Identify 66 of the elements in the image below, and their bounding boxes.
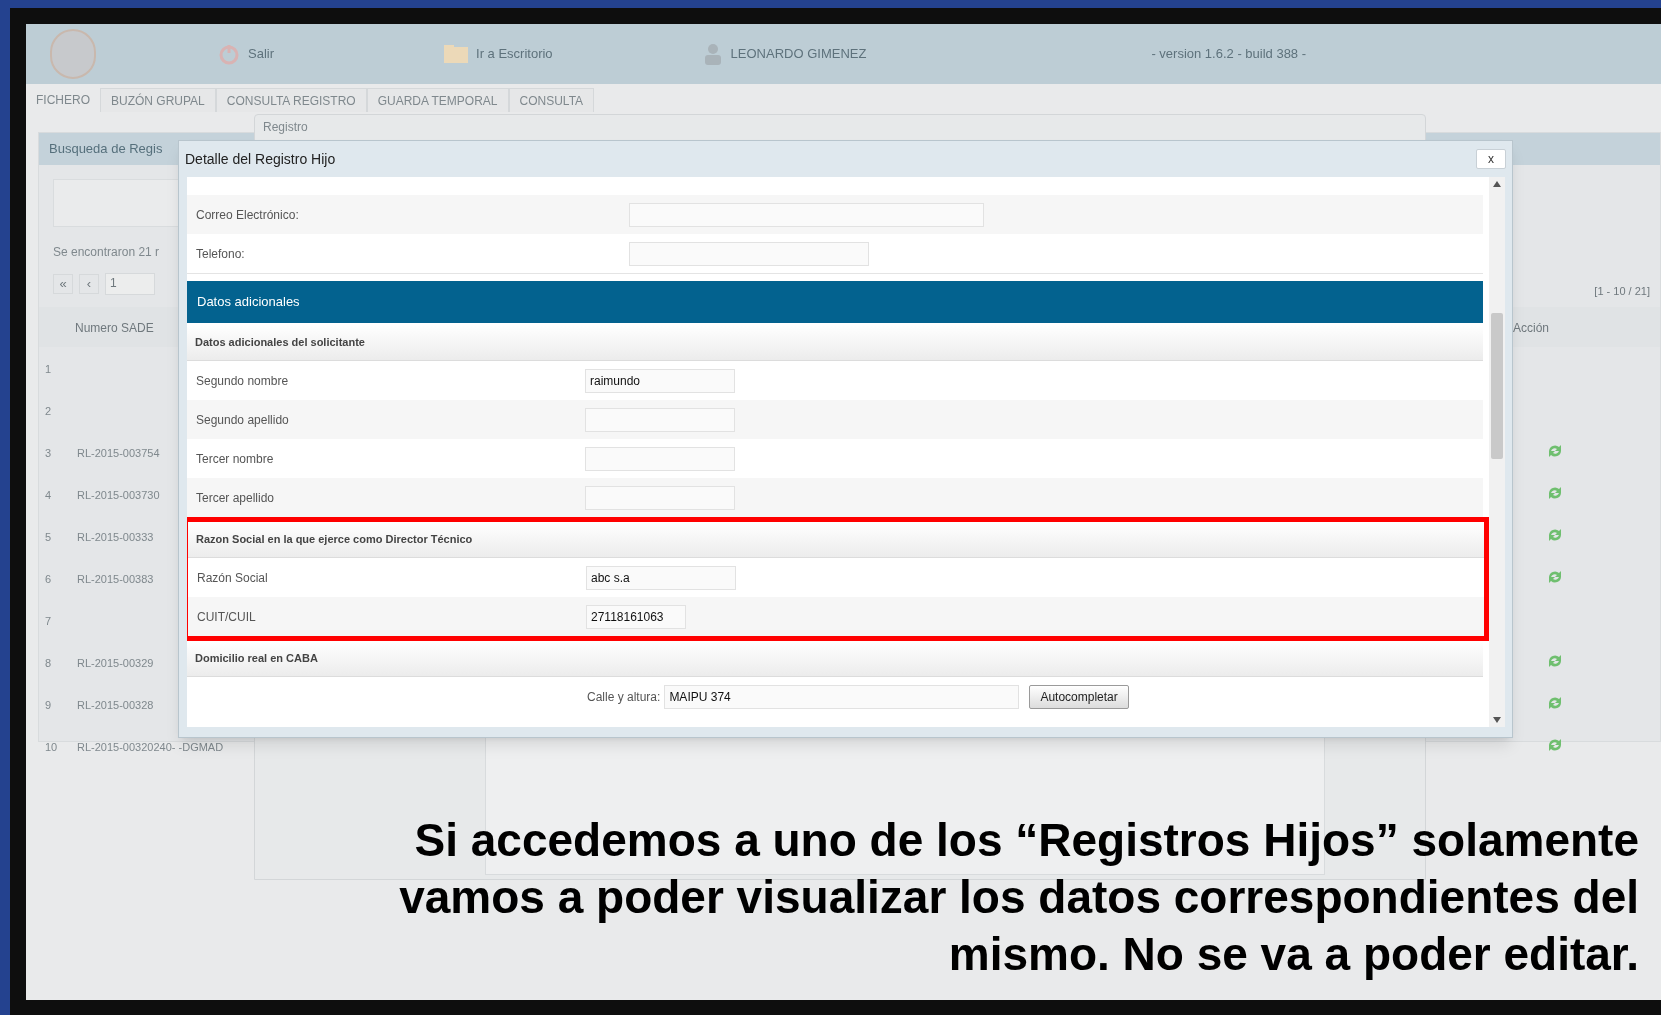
menu-tab[interactable]: FICHERO <box>26 88 100 112</box>
column-header: Acción <box>1513 320 1550 337</box>
menu-tab[interactable]: GUARDA TEMPORAL <box>366 88 509 112</box>
version-text: - version 1.6.2 - build 388 - <box>1151 45 1307 64</box>
close-button[interactable]: x <box>1476 149 1506 169</box>
table-cell-text: RL-2015-00320240- -DGMAD <box>77 740 224 755</box>
table-cell-text: RL-2015-003730 <box>77 488 160 503</box>
panel-title: Busqueda de Regis <box>49 140 163 159</box>
row-number: 9 <box>45 698 52 713</box>
address-field[interactable]: MAIPU 374 <box>664 684 1020 709</box>
autocomplete-button[interactable]: Autocompletar <box>1029 684 1129 709</box>
table-cell-text: RL-2015-00328 <box>77 698 154 713</box>
page-input[interactable]: 1 <box>105 273 155 295</box>
table-cell-text: RL-2015-003754 <box>77 446 160 461</box>
field-label: Tercer nombre <box>196 450 274 468</box>
logout-link[interactable]: Salir <box>218 43 274 65</box>
field-label: Segundo nombre <box>196 372 289 390</box>
emblem-icon <box>50 29 96 79</box>
row-number: 1 <box>45 362 52 377</box>
text-field[interactable] <box>585 407 735 432</box>
user-name: LEONARDO GIMENEZ <box>730 45 867 64</box>
menu-tab[interactable]: CONSULTA REGISTRO <box>215 88 367 112</box>
row-number: 4 <box>45 488 52 503</box>
field-label: Telefono: <box>196 245 245 263</box>
text-field[interactable] <box>585 485 735 510</box>
text-field[interactable]: abc s.a <box>586 565 736 590</box>
previous-page-button[interactable]: ‹ <box>79 274 99 294</box>
row-number: 3 <box>45 446 52 461</box>
menu-tab[interactable]: CONSULTA <box>508 88 595 112</box>
user-icon <box>702 43 723 65</box>
results-count: Se encontraron 21 r <box>53 244 160 261</box>
row-number: 8 <box>45 656 52 671</box>
folder-icon <box>444 45 468 63</box>
menu-tab[interactable]: BUZÓN GRUPAL <box>100 88 216 112</box>
table-cell-text: RL-2015-00329 <box>77 656 154 671</box>
field-label: Correo Electrónico: <box>196 206 299 224</box>
field-label: Razón Social <box>197 569 268 587</box>
slide-caption: Si accedemos a uno de los “Registros Hijos” solamente vamos a poder visualizar los datos correspondientes del mismo. No se va a poder editar. <box>398 813 1639 982</box>
row-number: 5 <box>45 530 52 545</box>
row-number: 10 <box>45 740 58 755</box>
field-label: Tercer apellido <box>196 489 275 507</box>
field-label: Calle y altura: <box>587 688 661 706</box>
scroll-down-icon[interactable] <box>1493 717 1501 723</box>
text-field[interactable]: raimundo <box>585 368 735 393</box>
column-header: Numero SADE <box>75 320 154 337</box>
scrollbar-thumb[interactable] <box>1491 313 1503 459</box>
field-label: Segundo apellido <box>196 411 289 429</box>
table-cell-text: RL-2015-00383 <box>77 572 154 587</box>
text-field[interactable] <box>585 446 735 471</box>
table-cell-text: RL-2015-00333 <box>77 530 154 545</box>
text-field[interactable]: 27118161063 <box>586 604 686 629</box>
desktop-link[interactable]: Ir a Escritorio <box>444 44 553 64</box>
row-number: 6 <box>45 572 52 587</box>
section-banner: Datos adicionales <box>187 281 1483 323</box>
scroll-up-icon[interactable] <box>1493 181 1501 187</box>
first-page-button[interactable]: « <box>53 274 73 294</box>
dialog-title: Detalle del Registro Hijo <box>185 149 336 169</box>
text-field[interactable] <box>629 202 984 227</box>
row-number: 2 <box>45 404 52 419</box>
power-icon <box>218 43 240 65</box>
page-range: [1 - 10 / 21] <box>1594 284 1650 299</box>
scrollbar[interactable] <box>1489 177 1505 727</box>
row-number: 7 <box>45 614 52 629</box>
field-label: CUIT/CUIL <box>197 608 256 626</box>
text-field[interactable] <box>629 241 869 266</box>
window-title: Registro <box>263 119 308 136</box>
